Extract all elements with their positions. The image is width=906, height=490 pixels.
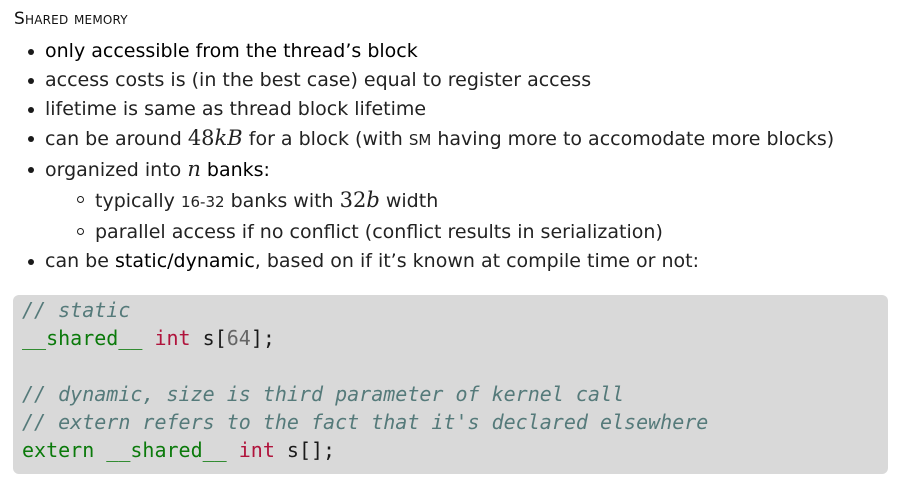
code-text: s[ [190,326,227,350]
math-number: 32 [339,188,367,212]
bullet-text: can be [45,250,115,272]
code-line-5: // extern refers to the fact that it's d… [22,410,708,434]
bullet-item-static-dynamic: can be static/dynamic, based on if it’s … [26,247,896,276]
page: Shared memory only accessible from the t… [0,0,906,490]
code-keyword: __shared__ [106,438,227,462]
bank-range: 16-32 [180,193,225,211]
bullet-item-size: can be around 48kB for a block (with SM … [26,124,896,155]
code-type: int [154,326,191,350]
math-variable: kB [214,126,243,150]
bullet-list: only accessible from the thread’s block … [26,37,896,276]
code-comment: // static [22,298,131,322]
code-number: 64 [226,326,251,350]
sub-text: typically [95,190,181,212]
code-keyword: extern [22,438,95,462]
code-line-2: __shared__ int s[64]; [22,326,275,350]
code-comment: // dynamic, size is third parameter of k… [22,382,625,406]
bullet-text: banks: [200,159,270,181]
bullet-text: for a block (with [242,128,409,150]
code-comment: // extern refers to the fact that it's d… [22,410,709,434]
sm-abbrev: SM [408,131,432,149]
code-text: ]; [250,326,275,350]
code-block: // static __shared__ int s[64]; // dynam… [13,295,888,474]
bullet-text: can be around [45,128,188,150]
bullet-strong: static/dynamic [114,250,255,272]
code-line-4: // dynamic, size is third parameter of k… [22,382,624,406]
bullet-text: only accessible from the thread’s block [45,40,418,62]
math-48kb: 48kB [188,126,243,150]
code-line-1: // static [22,298,130,322]
math-32b: 32b [340,188,380,212]
bullet-item-lifetime: lifetime is same as thread block lifetim… [26,95,896,124]
sub-text: banks with [224,190,340,212]
sub-item-parallel-access: parallel access if no conflict (conflict… [76,217,896,247]
sub-list: typically 16-32 banks with 32b width par… [45,185,896,247]
bullet-item-access-cost: access costs is (in the best case) equal… [26,66,896,95]
bullet-text: access costs is (in the best case) equal… [45,69,592,91]
section-heading: Shared memory [14,9,128,29]
math-variable: b [366,188,380,212]
code-text: s[]; [274,438,336,462]
bullet-text: , based on if it’s known at compile time… [254,250,699,272]
bullet-item-banks: organized into n banks: typically 16-32 … [26,155,896,247]
bullet-text: organized into [45,159,188,181]
math-number: 48 [187,126,215,150]
code-line-6: extern __shared__ int s[]; [22,438,335,462]
bullet-text: lifetime is same as thread block lifetim… [45,98,427,120]
bullet-text: having more to accomodate more blocks) [431,128,835,150]
math-n: n [187,157,201,181]
sub-text: width [379,190,439,212]
sub-item-bank-width: typically 16-32 banks with 32b width [76,185,896,217]
bullet-item-thread-block: only accessible from the thread’s block [26,37,896,66]
sub-text: parallel access if no conflict (conflict… [95,221,663,243]
code-type: int [238,438,275,462]
code-keyword: __shared__ [22,326,143,350]
